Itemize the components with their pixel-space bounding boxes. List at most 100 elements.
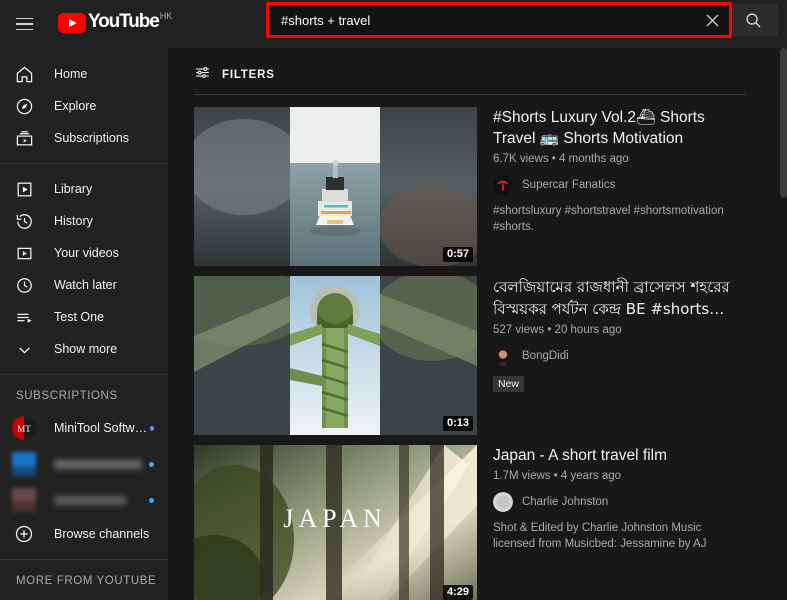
search-result-item[interactable]: JAPAN 4:29 Japan - A short travel film 1…: [168, 435, 780, 600]
youtube-search-page: YouTube HK #shorts + travel Home Explore…: [0, 0, 787, 600]
svg-text:MT: MT: [17, 424, 31, 434]
search-submit-button[interactable]: [730, 4, 778, 36]
subscription-item-minitool[interactable]: MT MiniTool Software ...: [0, 410, 168, 446]
youtube-logo[interactable]: YouTube HK: [58, 11, 172, 37]
channel-name: Charlie Johnston: [522, 496, 609, 508]
subscriptions-section-title: SUBSCRIPTIONS: [16, 390, 118, 402]
search-region: [266, 2, 778, 38]
search-results-panel: FILTERS 0:57 #Shorts Luxury Vol.2⛴ Short…: [168, 48, 780, 600]
avatar: [493, 175, 513, 195]
youtube-play-icon: [58, 13, 86, 33]
sidebar-item-your-videos[interactable]: Your videos: [0, 237, 168, 269]
sidebar-item-show-more-label: Show more: [54, 342, 118, 356]
video-meta: 1.7M views • 4 years ago: [493, 470, 622, 482]
sidebar-item-watch-later[interactable]: Watch later: [0, 269, 168, 301]
search-result-item[interactable]: 0:13 বেলজিয়ামের রাজধানী ব্রাসেলস শহরের …: [168, 266, 780, 435]
chevron-down-icon: [12, 337, 36, 361]
video-duration: 0:13: [442, 416, 473, 431]
luxury-yacht-thumbnail-art: [194, 107, 477, 266]
sidebar-item-your-videos-label: Your videos: [54, 246, 119, 260]
your-videos-icon: [12, 241, 36, 265]
top-bar: YouTube HK: [0, 0, 787, 48]
sidebar-item-home-label: Home: [54, 67, 88, 81]
history-icon: [12, 209, 36, 233]
search-box[interactable]: [266, 2, 732, 38]
sidebar-item-subscriptions-label: Subscriptions: [54, 131, 130, 145]
scrollbar-thumb[interactable]: [780, 48, 787, 198]
sidebar-item-browse-channels[interactable]: Browse channels: [0, 518, 168, 550]
subscription-name: [54, 495, 126, 505]
sidebar-item-test-one-label: Test One: [54, 310, 105, 324]
avatar: MT: [12, 416, 36, 440]
avatar: [12, 488, 36, 512]
sidebar-item-history-label: History: [54, 214, 93, 228]
new-content-dot: [149, 497, 154, 503]
video-title[interactable]: বেলজিয়ামের রাজধানী ব্রাসেলস শহরের বিস্ম…: [493, 276, 746, 320]
sidebar-item-watch-later-label: Watch later: [54, 278, 117, 292]
plus-circle-icon: [12, 522, 36, 546]
filter-sliders-icon: [194, 64, 211, 86]
video-title[interactable]: Japan - A short travel film: [493, 445, 746, 466]
home-icon: [12, 62, 36, 86]
new-content-dot: [149, 425, 154, 431]
new-content-dot: [149, 461, 154, 467]
more-from-youtube-title: MORE FROM YOUTUBE: [16, 575, 157, 587]
svg-text:JAPAN: JAPAN: [283, 504, 387, 533]
avatar: [12, 452, 36, 476]
search-input[interactable]: [269, 12, 695, 28]
sidebar-item-explore-label: Explore: [54, 99, 97, 113]
library-icon: [12, 177, 36, 201]
video-info: Japan - A short travel film 1.7M views •…: [477, 445, 746, 600]
page-scrollbar[interactable]: [780, 48, 787, 600]
sidebar-item-history[interactable]: History: [0, 205, 168, 237]
youtube-region-superscript: HK: [159, 11, 173, 21]
clear-search-icon[interactable]: [695, 5, 729, 35]
avatar: [493, 492, 513, 512]
video-duration: 0:57: [442, 247, 473, 262]
video-meta: 527 views • 20 hours ago: [493, 324, 622, 336]
sidebar-item-test-one[interactable]: Test One: [0, 301, 168, 333]
sidebar-divider-1: [0, 163, 168, 164]
channel-name: Supercar Fanatics: [522, 179, 616, 191]
sidebar-item-home[interactable]: Home: [0, 58, 168, 90]
subscription-item-redacted-2[interactable]: [0, 482, 168, 518]
video-info: #Shorts Luxury Vol.2⛴ Shorts Travel 🚌 Sh…: [477, 107, 746, 266]
filters-button[interactable]: FILTERS: [168, 56, 780, 94]
status-badge: New: [493, 376, 525, 392]
hamburger-menu-icon[interactable]: [4, 4, 44, 44]
sidebar-divider-3: [0, 559, 168, 560]
video-title[interactable]: #Shorts Luxury Vol.2⛴ Shorts Travel 🚌 Sh…: [493, 107, 746, 149]
atomium-brussels-thumbnail-art: [194, 276, 477, 435]
subscription-name: MiniTool Software ...: [54, 421, 150, 435]
channel-name: BongDidi: [522, 350, 569, 362]
sidebar-item-library[interactable]: Library: [0, 173, 168, 205]
search-result-item[interactable]: 0:57 #Shorts Luxury Vol.2⛴ Shorts Travel…: [168, 95, 780, 266]
video-thumbnail[interactable]: 0:13: [194, 276, 477, 435]
avatar: [493, 346, 513, 366]
clock-icon: [12, 273, 36, 297]
compass-icon: [12, 94, 36, 118]
video-description: Shot & Edited by Charlie Johnston Music …: [493, 522, 707, 550]
video-info: বেলজিয়ামের রাজধানী ব্রাসেলস শহরের বিস্ম…: [477, 276, 746, 435]
sidebar[interactable]: Home Explore Subscriptions Library Histo…: [0, 48, 168, 600]
sidebar-item-library-label: Library: [54, 182, 93, 196]
sidebar-item-youtube-premium[interactable]: YouTube Premium: [0, 595, 168, 600]
japan-forest-thumbnail-art: JAPAN: [194, 445, 477, 600]
video-channel[interactable]: BongDidi: [493, 346, 746, 366]
video-channel[interactable]: Supercar Fanatics: [493, 175, 746, 195]
video-thumbnail[interactable]: JAPAN 4:29: [194, 445, 477, 600]
filters-label: FILTERS: [222, 69, 275, 81]
playlist-icon: [12, 305, 36, 329]
video-description: #shortsluxury #shortstravel #shortsmotiv…: [493, 205, 724, 233]
subscription-item-redacted-1[interactable]: [0, 446, 168, 482]
video-thumbnail[interactable]: 0:57: [194, 107, 477, 266]
video-meta: 6.7K views • 4 months ago: [493, 153, 629, 165]
sidebar-item-show-more[interactable]: Show more: [0, 333, 168, 365]
sidebar-item-subscriptions[interactable]: Subscriptions: [0, 122, 168, 154]
subscriptions-icon: [12, 126, 36, 150]
sidebar-item-explore[interactable]: Explore: [0, 90, 168, 122]
video-channel[interactable]: Charlie Johnston: [493, 492, 746, 512]
video-duration: 4:29: [442, 585, 473, 600]
sidebar-divider-2: [0, 374, 168, 375]
sidebar-item-browse-channels-label: Browse channels: [54, 527, 150, 541]
